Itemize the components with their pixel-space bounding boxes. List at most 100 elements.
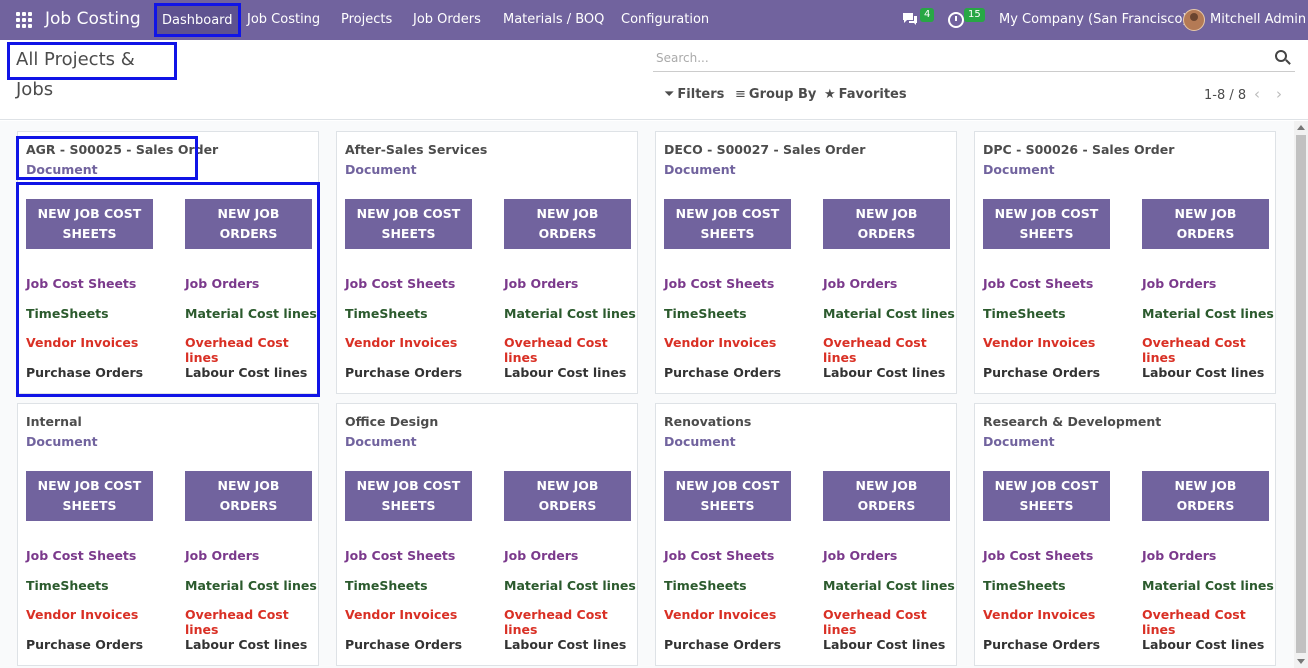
new-job-orders-button[interactable]: NEW JOB ORDERS — [823, 199, 950, 249]
project-card[interactable]: Research & Development Document NEW JOB CO… — [974, 403, 1276, 666]
material-cost-lines-link[interactable]: Material Cost lines — [823, 306, 955, 321]
document-link[interactable]: Document — [664, 162, 736, 177]
menu-materials-boq[interactable]: Materials / BOQ — [503, 0, 604, 40]
overhead-cost-lines-link[interactable]: Overhead Cost lines — [1142, 335, 1275, 365]
document-link[interactable]: Document — [983, 162, 1055, 177]
job-cost-sheets-link[interactable]: Job Cost Sheets — [26, 548, 136, 563]
vendor-invoices-link[interactable]: Vendor Invoices — [664, 607, 776, 622]
overhead-cost-lines-link[interactable]: Overhead Cost lines — [823, 335, 956, 365]
search-icon[interactable] — [1275, 50, 1287, 62]
user-avatar[interactable] — [1183, 9, 1205, 31]
job-orders-link[interactable]: Job Orders — [823, 548, 897, 563]
new-job-orders-button[interactable]: NEW JOB ORDERS — [504, 199, 631, 249]
timesheets-link[interactable]: TimeSheets — [26, 578, 109, 593]
document-link[interactable]: Document — [664, 434, 736, 449]
project-card-title[interactable]: Research & Development — [983, 414, 1161, 429]
labour-cost-lines-link[interactable]: Labour Cost lines — [504, 365, 626, 380]
group-by-button[interactable]: ≡ Group By — [735, 87, 816, 102]
overhead-cost-lines-link[interactable]: Overhead Cost lines — [823, 607, 956, 637]
overhead-cost-lines-link[interactable]: Overhead Cost lines — [1142, 607, 1275, 637]
material-cost-lines-link[interactable]: Material Cost lines — [1142, 306, 1274, 321]
timesheets-link[interactable]: TimeSheets — [983, 578, 1066, 593]
vertical-scrollbar[interactable] — [1294, 121, 1308, 668]
document-link[interactable]: Document — [345, 434, 417, 449]
menu-job-orders[interactable]: Job Orders — [413, 0, 481, 40]
timesheets-link[interactable]: TimeSheets — [345, 306, 428, 321]
menu-job-costing[interactable]: Job Costing — [247, 0, 320, 40]
new-job-cost-sheets-button[interactable]: NEW JOB COST SHEETS — [345, 471, 472, 521]
project-card[interactable]: Office Design Document NEW JOB COST SHEETS… — [336, 403, 638, 666]
job-cost-sheets-link[interactable]: Job Cost Sheets — [664, 548, 774, 563]
scrollbar-thumb[interactable] — [1296, 135, 1306, 653]
job-cost-sheets-link[interactable]: Job Cost Sheets — [983, 276, 1093, 291]
labour-cost-lines-link[interactable]: Labour Cost lines — [504, 637, 626, 652]
project-card[interactable]: Internal Document NEW JOB COST SHEETS NEW J… — [17, 403, 319, 666]
project-card[interactable]: DPC - S00026 - Sales Order Document NEW JO… — [974, 131, 1276, 394]
new-job-cost-sheets-button[interactable]: NEW JOB COST SHEETS — [664, 199, 791, 249]
menu-projects[interactable]: Projects — [341, 0, 392, 40]
job-cost-sheets-link[interactable]: Job Cost Sheets — [664, 276, 774, 291]
purchase-orders-link[interactable]: Purchase Orders — [664, 365, 781, 380]
new-job-cost-sheets-button[interactable]: NEW JOB COST SHEETS — [983, 199, 1110, 249]
project-card-title[interactable]: DECO - S00027 - Sales Order — [664, 142, 865, 157]
new-job-cost-sheets-button[interactable]: NEW JOB COST SHEETS — [664, 471, 791, 521]
project-card-title[interactable]: Office Design — [345, 414, 438, 429]
activity-clock-icon[interactable] — [948, 12, 964, 28]
project-card[interactable]: After-Sales Services Document NEW JOB COST… — [336, 131, 638, 394]
job-cost-sheets-link[interactable]: Job Cost Sheets — [345, 276, 455, 291]
job-cost-sheets-link[interactable]: Job Cost Sheets — [983, 548, 1093, 563]
purchase-orders-link[interactable]: Purchase Orders — [345, 365, 462, 380]
vendor-invoices-link[interactable]: Vendor Invoices — [345, 335, 457, 350]
vendor-invoices-link[interactable]: Vendor Invoices — [345, 607, 457, 622]
menu-configuration[interactable]: Configuration — [621, 0, 709, 40]
overhead-cost-lines-link[interactable]: Overhead Cost lines — [504, 607, 637, 637]
purchase-orders-link[interactable]: Purchase Orders — [26, 637, 143, 652]
company-switcher[interactable]: My Company (San Francisco) — [999, 0, 1187, 40]
scroll-up-icon[interactable] — [1297, 125, 1305, 130]
document-link[interactable]: Document — [26, 434, 98, 449]
labour-cost-lines-link[interactable]: Labour Cost lines — [823, 637, 945, 652]
pager-value[interactable]: 1-8 / 8 — [1204, 88, 1246, 103]
new-job-cost-sheets-button[interactable]: NEW JOB COST SHEETS — [26, 471, 153, 521]
overhead-cost-lines-link[interactable]: Overhead Cost lines — [504, 335, 637, 365]
project-card-title[interactable]: After-Sales Services — [345, 142, 487, 157]
job-orders-link[interactable]: Job Orders — [504, 548, 578, 563]
project-card-title[interactable]: DPC - S00026 - Sales Order — [983, 142, 1174, 157]
new-job-cost-sheets-button[interactable]: NEW JOB COST SHEETS — [983, 471, 1110, 521]
purchase-orders-link[interactable]: Purchase Orders — [345, 637, 462, 652]
material-cost-lines-link[interactable]: Material Cost lines — [1142, 578, 1274, 593]
purchase-orders-link[interactable]: Purchase Orders — [983, 365, 1100, 380]
favorites-button[interactable]: ★ Favorites — [824, 87, 907, 102]
job-orders-link[interactable]: Job Orders — [504, 276, 578, 291]
labour-cost-lines-link[interactable]: Labour Cost lines — [185, 637, 307, 652]
new-job-orders-button[interactable]: NEW JOB ORDERS — [1142, 199, 1269, 249]
material-cost-lines-link[interactable]: Material Cost lines — [823, 578, 955, 593]
material-cost-lines-link[interactable]: Material Cost lines — [504, 578, 636, 593]
vendor-invoices-link[interactable]: Vendor Invoices — [983, 607, 1095, 622]
pager-prev-icon[interactable]: ‹ — [1254, 85, 1260, 103]
project-card[interactable]: DECO - S00027 - Sales Order Document NEW J… — [655, 131, 957, 394]
new-job-orders-button[interactable]: NEW JOB ORDERS — [504, 471, 631, 521]
pager-next-icon[interactable]: › — [1276, 85, 1282, 103]
timesheets-link[interactable]: TimeSheets — [664, 578, 747, 593]
job-orders-link[interactable]: Job Orders — [1142, 276, 1216, 291]
material-cost-lines-link[interactable]: Material Cost lines — [504, 306, 636, 321]
vendor-invoices-link[interactable]: Vendor Invoices — [26, 607, 138, 622]
job-orders-link[interactable]: Job Orders — [185, 548, 259, 563]
labour-cost-lines-link[interactable]: Labour Cost lines — [823, 365, 945, 380]
material-cost-lines-link[interactable]: Material Cost lines — [185, 578, 317, 593]
timesheets-link[interactable]: TimeSheets — [345, 578, 428, 593]
timesheets-link[interactable]: TimeSheets — [983, 306, 1066, 321]
labour-cost-lines-link[interactable]: Labour Cost lines — [1142, 365, 1264, 380]
purchase-orders-link[interactable]: Purchase Orders — [983, 637, 1100, 652]
job-orders-link[interactable]: Job Orders — [823, 276, 897, 291]
apps-grid-icon[interactable] — [16, 12, 32, 28]
search-input[interactable] — [653, 46, 1253, 70]
purchase-orders-link[interactable]: Purchase Orders — [664, 637, 781, 652]
document-link[interactable]: Document — [983, 434, 1055, 449]
job-cost-sheets-link[interactable]: Job Cost Sheets — [345, 548, 455, 563]
job-orders-link[interactable]: Job Orders — [1142, 548, 1216, 563]
new-job-orders-button[interactable]: NEW JOB ORDERS — [823, 471, 950, 521]
project-card[interactable]: Renovations Document NEW JOB COST SHEETS NE… — [655, 403, 957, 666]
overhead-cost-lines-link[interactable]: Overhead Cost lines — [185, 607, 318, 637]
